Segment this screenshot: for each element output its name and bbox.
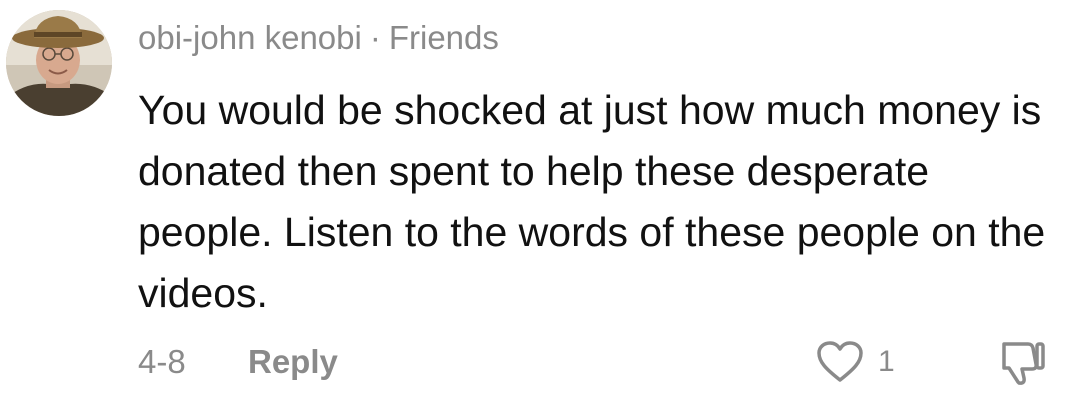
reply-button[interactable]: Reply: [248, 342, 338, 382]
dislike-button[interactable]: [996, 338, 1046, 388]
like-count: 1: [878, 345, 895, 378]
comment-date: 4-8: [138, 343, 186, 380]
relationship-label: Friends: [388, 19, 499, 56]
comment-text: You would be shocked at just how much mo…: [138, 87, 1046, 316]
username[interactable]: obi-john kenobi: [138, 19, 362, 56]
heart-outline-icon: [817, 341, 863, 382]
like-button[interactable]: 1: [816, 338, 895, 386]
avatar-image: [6, 10, 112, 116]
meta-separator: ·: [369, 19, 381, 56]
comment-footer: 4-8 Reply 1: [138, 338, 1048, 388]
thumbs-down-outline-icon: [1002, 342, 1045, 385]
comment-meta: obi-john kenobi · Friends: [138, 18, 499, 58]
avatar[interactable]: [6, 10, 112, 116]
comment-item: obi-john kenobi · Friends You would be sho…: [0, 0, 1072, 415]
